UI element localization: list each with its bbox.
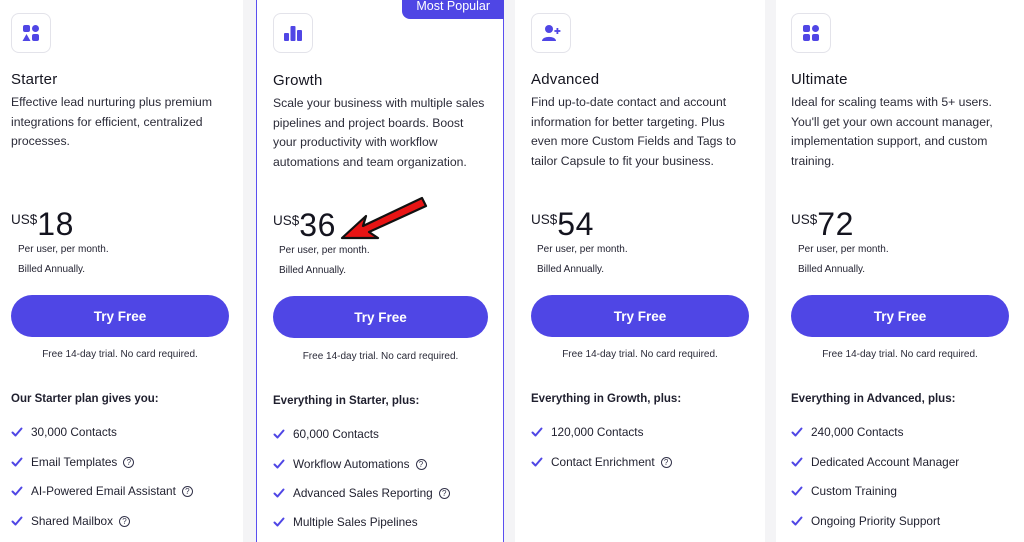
feature-item: AI-Powered Email Assistant ?	[11, 484, 193, 498]
apps-icon	[11, 13, 51, 53]
check-icon	[791, 427, 803, 437]
feature-item: 120,000 Contacts	[531, 425, 643, 439]
price-period: Per user, per month.	[18, 244, 109, 255]
check-icon	[791, 457, 803, 467]
red-arrow-annotation	[340, 196, 428, 240]
feature-item: 30,000 Contacts	[11, 425, 117, 439]
currency: US$	[531, 212, 558, 227]
check-icon	[531, 427, 543, 437]
plan-name: Starter	[11, 71, 58, 88]
plan-description: Ideal for scaling teams with 5+ users. Yo…	[791, 95, 993, 168]
feature-item: Ongoing Priority Support	[791, 514, 940, 528]
billing-note: Billed Annually.	[279, 265, 347, 276]
features-title: Everything in Starter, plus:	[273, 395, 420, 407]
check-icon	[11, 457, 23, 467]
currency: US$	[11, 212, 38, 227]
help-icon[interactable]: ?	[181, 485, 193, 497]
help-icon[interactable]: ?	[118, 515, 130, 527]
billing-note: Billed Annually.	[537, 264, 605, 275]
feature-item: 60,000 Contacts	[273, 427, 379, 441]
bar-chart-icon	[273, 13, 313, 53]
check-icon	[273, 459, 285, 469]
feature-item: Contact Enrichment ?	[531, 455, 672, 469]
price-amount: 54	[557, 206, 594, 242]
plan-card-ultimate: Ultimate Ideal for scaling teams with 5+…	[776, 0, 1024, 542]
check-icon	[791, 516, 803, 526]
check-icon	[11, 486, 23, 496]
price-period: Per user, per month.	[798, 244, 889, 255]
most-popular-badge: Most Popular	[402, 0, 504, 19]
features-title: Everything in Growth, plus:	[531, 393, 682, 405]
check-icon	[11, 427, 23, 437]
currency: US$	[273, 213, 300, 228]
price-amount: 72	[817, 206, 854, 242]
billing-note: Billed Annually.	[18, 264, 86, 275]
check-icon	[273, 517, 285, 527]
price: US$ 18	[11, 208, 74, 240]
feature-item: Shared Mailbox ?	[11, 514, 130, 528]
feature-item: Multiple Sales Pipelines	[273, 515, 418, 529]
feature-item: Custom Training	[791, 484, 897, 498]
plan-name: Growth	[273, 72, 323, 89]
price-amount: 36	[299, 207, 336, 243]
grid-icon	[791, 13, 831, 53]
help-icon[interactable]: ?	[660, 456, 672, 468]
plan-name: Ultimate	[791, 71, 848, 88]
trial-note: Free 14-day trial. No card required.	[42, 349, 198, 360]
plan-card-starter: Starter Effective lead nurturing plus pr…	[0, 0, 243, 542]
try-free-button[interactable]: Try Free	[273, 296, 488, 338]
check-icon	[11, 516, 23, 526]
price-amount: 18	[37, 206, 74, 242]
user-add-icon	[531, 13, 571, 53]
feature-item: Dedicated Account Manager	[791, 455, 959, 469]
price: US$ 36	[273, 209, 336, 241]
plan-name: Advanced	[531, 71, 600, 88]
check-icon	[791, 486, 803, 496]
plan-description: Scale your business with multiple sales p…	[273, 96, 485, 169]
price-period: Per user, per month.	[537, 244, 628, 255]
try-free-button[interactable]: Try Free	[531, 295, 749, 337]
trial-note: Free 14-day trial. No card required.	[302, 351, 459, 362]
help-icon[interactable]: ?	[415, 458, 427, 470]
plan-card-growth: Most Popular Growth Scale your business …	[256, 0, 504, 542]
try-free-button[interactable]: Try Free	[11, 295, 229, 337]
help-icon[interactable]: ?	[438, 487, 450, 499]
check-icon	[273, 488, 285, 498]
feature-item: Advanced Sales Reporting ?	[273, 486, 450, 500]
features-title: Our Starter plan gives you:	[11, 393, 159, 405]
features-title: Everything in Advanced, plus:	[791, 393, 956, 405]
price: US$ 54	[531, 208, 594, 240]
pricing-section: Starter Effective lead nurturing plus pr…	[0, 0, 1024, 542]
plan-card-advanced: Advanced Find up-to-date contact and acc…	[515, 0, 765, 542]
check-icon	[531, 457, 543, 467]
billing-note: Billed Annually.	[798, 264, 866, 275]
feature-item: 240,000 Contacts	[791, 425, 903, 439]
check-icon	[273, 429, 285, 439]
try-free-button[interactable]: Try Free	[791, 295, 1009, 337]
plan-description: Find up-to-date contact and account infor…	[531, 95, 737, 168]
plan-description: Effective lead nurturing plus premium int…	[11, 95, 212, 149]
trial-note: Free 14-day trial. No card required.	[562, 349, 718, 360]
trial-note: Free 14-day trial. No card required.	[822, 349, 978, 360]
currency: US$	[791, 212, 818, 227]
help-icon[interactable]: ?	[123, 456, 135, 468]
feature-item: Email Templates ?	[11, 455, 135, 469]
feature-item: Workflow Automations ?	[273, 457, 427, 471]
price: US$ 72	[791, 208, 854, 240]
